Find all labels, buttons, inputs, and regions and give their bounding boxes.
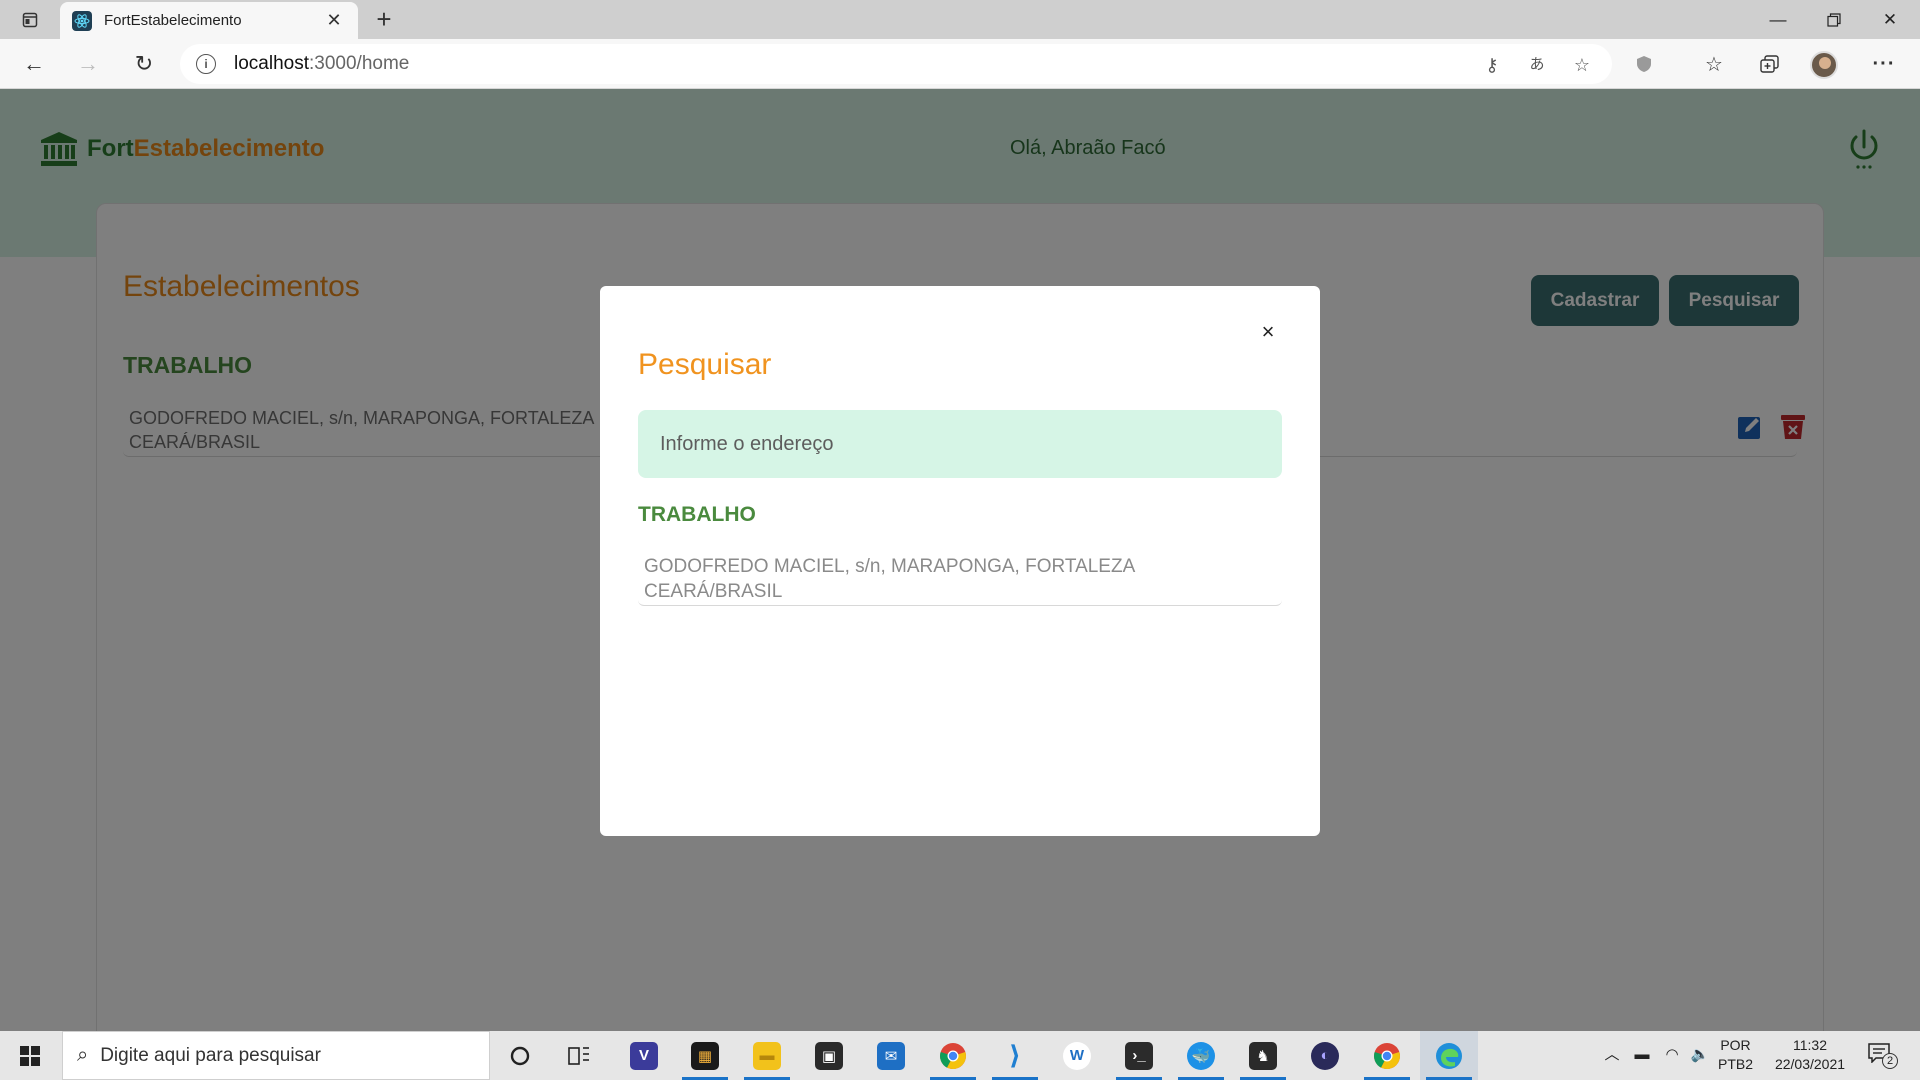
visual-studio-icon[interactable]: V: [615, 1031, 673, 1080]
new-tab-icon[interactable]: +: [368, 4, 400, 36]
modal-group-title: TRABALHO: [638, 503, 756, 526]
mail-icon[interactable]: ✉: [862, 1031, 920, 1080]
restore-icon[interactable]: [1806, 0, 1862, 39]
browser-tab-bar: FortEstabelecimento ✕ + — ✕: [0, 0, 1920, 39]
taskbar-search-placeholder: Digite aqui para pesquisar: [100, 1044, 321, 1066]
close-icon[interactable]: ×: [1256, 320, 1280, 344]
cortana-icon[interactable]: [491, 1031, 549, 1080]
chrome-icon[interactable]: [1358, 1031, 1416, 1080]
browser-tab[interactable]: FortEstabelecimento ✕: [60, 2, 358, 39]
refresh-icon[interactable]: ↻: [128, 48, 160, 80]
collections-icon[interactable]: [1754, 48, 1786, 80]
result-line-1: GODOFREDO MACIEL, s/n, MARAPONGA, FORTAL…: [644, 556, 1136, 577]
volume-icon[interactable]: 🔈: [1690, 1045, 1710, 1065]
file-explorer-icon[interactable]: ▬: [738, 1031, 796, 1080]
minimize-icon[interactable]: —: [1750, 0, 1806, 39]
windows-start-icon[interactable]: [0, 1031, 60, 1080]
taskbar-search[interactable]: ⌕ Digite aqui para pesquisar: [62, 1031, 490, 1080]
app-icon[interactable]: W: [1048, 1031, 1106, 1080]
key-icon[interactable]: ⚷: [1480, 54, 1504, 76]
modal-title: Pesquisar: [638, 348, 772, 381]
search-icon: ⌕: [77, 1044, 89, 1066]
search-result-item[interactable]: GODOFREDO MACIEL, s/n, MARAPONGA, FORTAL…: [638, 544, 1282, 606]
add-favorite-icon[interactable]: ☆: [1570, 54, 1594, 76]
back-icon[interactable]: ←: [18, 48, 50, 80]
window-close-icon[interactable]: ✕: [1862, 0, 1918, 39]
react-icon: [72, 10, 92, 31]
tab-close-icon[interactable]: ✕: [324, 10, 344, 31]
profile-avatar[interactable]: [1810, 51, 1838, 79]
search-modal: × Pesquisar TRABALHO GODOFREDO MACIEL, s…: [600, 286, 1320, 836]
favorites-icon[interactable]: ☆: [1698, 48, 1730, 80]
page-viewport: FortEstabelecimento Olá, Abraão Facó Est…: [0, 89, 1920, 1031]
result-line-2: CEARÁ/BRASIL: [644, 581, 783, 602]
url-field[interactable]: i localhost:3000/home ⚷ あ ☆: [180, 44, 1612, 84]
info-icon[interactable]: i: [196, 54, 216, 74]
chevron-up-icon[interactable]: ︿: [1602, 1045, 1622, 1065]
app-icon[interactable]: ◐: [1296, 1031, 1354, 1080]
url-host: localhost: [234, 53, 309, 74]
terminal-icon[interactable]: ›_: [1110, 1031, 1168, 1080]
clock-date: 22/03/2021: [1774, 1056, 1846, 1072]
dev-terminal-icon[interactable]: ▦: [676, 1031, 734, 1080]
store-icon[interactable]: ▣: [800, 1031, 858, 1080]
notifications-icon[interactable]: 2: [1868, 1043, 1898, 1069]
language-code: POR: [1720, 1037, 1751, 1053]
search-result-address: GODOFREDO MACIEL, s/n, MARAPONGA, FORTAL…: [644, 554, 1135, 604]
keyboard-layout: PTB2: [1718, 1056, 1754, 1072]
tab-actions-icon[interactable]: [14, 6, 46, 34]
wifi-icon[interactable]: ◠: [1662, 1045, 1682, 1065]
forward-icon[interactable]: →: [72, 48, 104, 80]
more-options-icon[interactable]: ···: [1868, 48, 1900, 80]
address-search-input[interactable]: [638, 410, 1282, 478]
tab-title: FortEstabelecimento: [104, 12, 242, 29]
notification-count: 2: [1882, 1053, 1898, 1069]
clock-time: 11:32: [1793, 1037, 1827, 1053]
insomnia-icon[interactable]: ♞: [1234, 1031, 1292, 1080]
battery-icon[interactable]: ▬: [1632, 1045, 1652, 1065]
language-indicator[interactable]: POR PTB2: [1718, 1036, 1753, 1074]
task-view-icon[interactable]: [550, 1031, 608, 1080]
clock[interactable]: 11:32 22/03/2021: [1768, 1036, 1852, 1074]
windows-taskbar: ⌕ Digite aqui para pesquisar V ▦ ▬ ▣ ✉ ⟩…: [0, 1031, 1920, 1080]
shield-icon[interactable]: [1628, 48, 1660, 80]
vscode-icon[interactable]: ⟩: [986, 1031, 1044, 1080]
edge-icon[interactable]: [1420, 1031, 1478, 1080]
docker-icon[interactable]: 🐳: [1172, 1031, 1230, 1080]
translate-icon[interactable]: あ: [1525, 54, 1549, 76]
url-path: :3000/home: [309, 53, 410, 74]
address-toolbar: ← → ↻ i localhost:3000/home ⚷ あ ☆ ☆ ···: [0, 39, 1920, 89]
chrome-icon[interactable]: [924, 1031, 982, 1080]
